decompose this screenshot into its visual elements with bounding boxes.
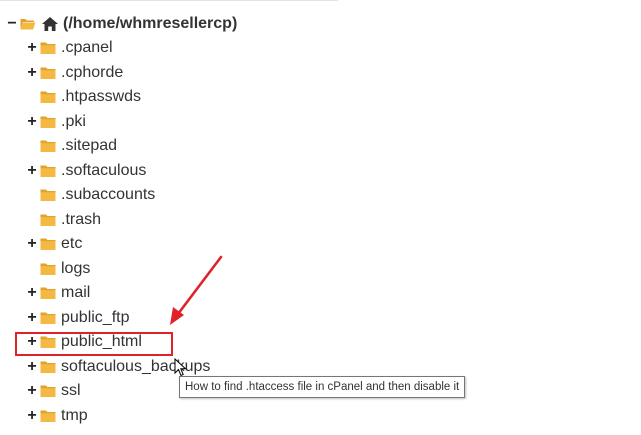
- mouse-cursor-icon: [174, 358, 187, 377]
- tooltip: How to find .htaccess file in cPanel and…: [179, 376, 466, 398]
- file-tree-page: − (/home/whmresellercp) + .cpanel + .cphord…: [0, 0, 641, 435]
- tooltip-text: How to find .htaccess file in cPanel and…: [185, 381, 460, 393]
- red-arrow-annotation: [170, 255, 223, 325]
